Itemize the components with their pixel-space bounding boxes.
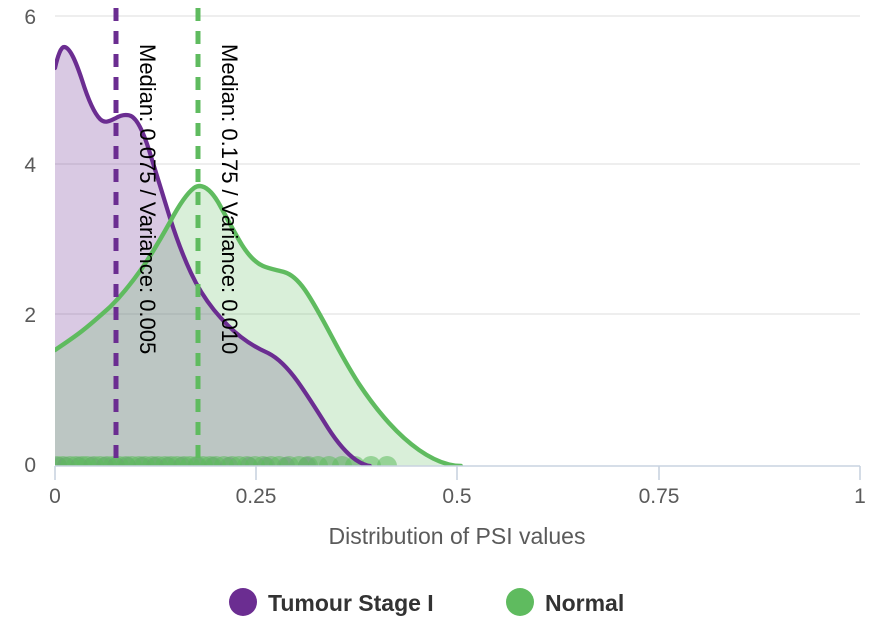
series-layer bbox=[55, 8, 464, 466]
x-tick-label: 0 bbox=[49, 485, 61, 508]
chart-canvas: 6 4 2 0 Median: 0.075 / Variance: 0.005 … bbox=[24, 6, 866, 616]
legend-label: Tumour Stage I bbox=[268, 590, 434, 616]
legend-item-normal[interactable]: Normal bbox=[506, 588, 624, 616]
median-annotation-tumour-stage-1: Median: 0.075 / Variance: 0.005 bbox=[135, 44, 160, 354]
y-tick-label: 2 bbox=[24, 304, 36, 327]
legend-swatch-icon bbox=[229, 588, 257, 616]
legend: Tumour Stage I Normal bbox=[229, 588, 624, 616]
density-chart: 6 4 2 0 Median: 0.075 / Variance: 0.005 … bbox=[0, 0, 885, 636]
x-tick-label: 0.5 bbox=[442, 485, 471, 508]
legend-item-tumour-stage-1[interactable]: Tumour Stage I bbox=[229, 588, 434, 616]
y-tick-label: 4 bbox=[24, 154, 36, 177]
x-tick-label: 0.25 bbox=[236, 485, 277, 508]
legend-swatch-icon bbox=[506, 588, 534, 616]
legend-label: Normal bbox=[545, 590, 624, 616]
median-annotation-normal: Median: 0.175 / Variance: 0.010 bbox=[217, 44, 242, 354]
x-tick-label: 0.75 bbox=[639, 485, 680, 508]
y-axis-ticks: 6 4 2 0 bbox=[24, 6, 36, 477]
x-axis-title: Distribution of PSI values bbox=[329, 523, 586, 549]
x-axis: 0 0.25 0.5 0.75 1 bbox=[49, 465, 866, 508]
x-tick-label: 1 bbox=[854, 485, 866, 508]
y-tick-label: 6 bbox=[24, 6, 36, 29]
y-tick-label: 0 bbox=[24, 454, 36, 477]
